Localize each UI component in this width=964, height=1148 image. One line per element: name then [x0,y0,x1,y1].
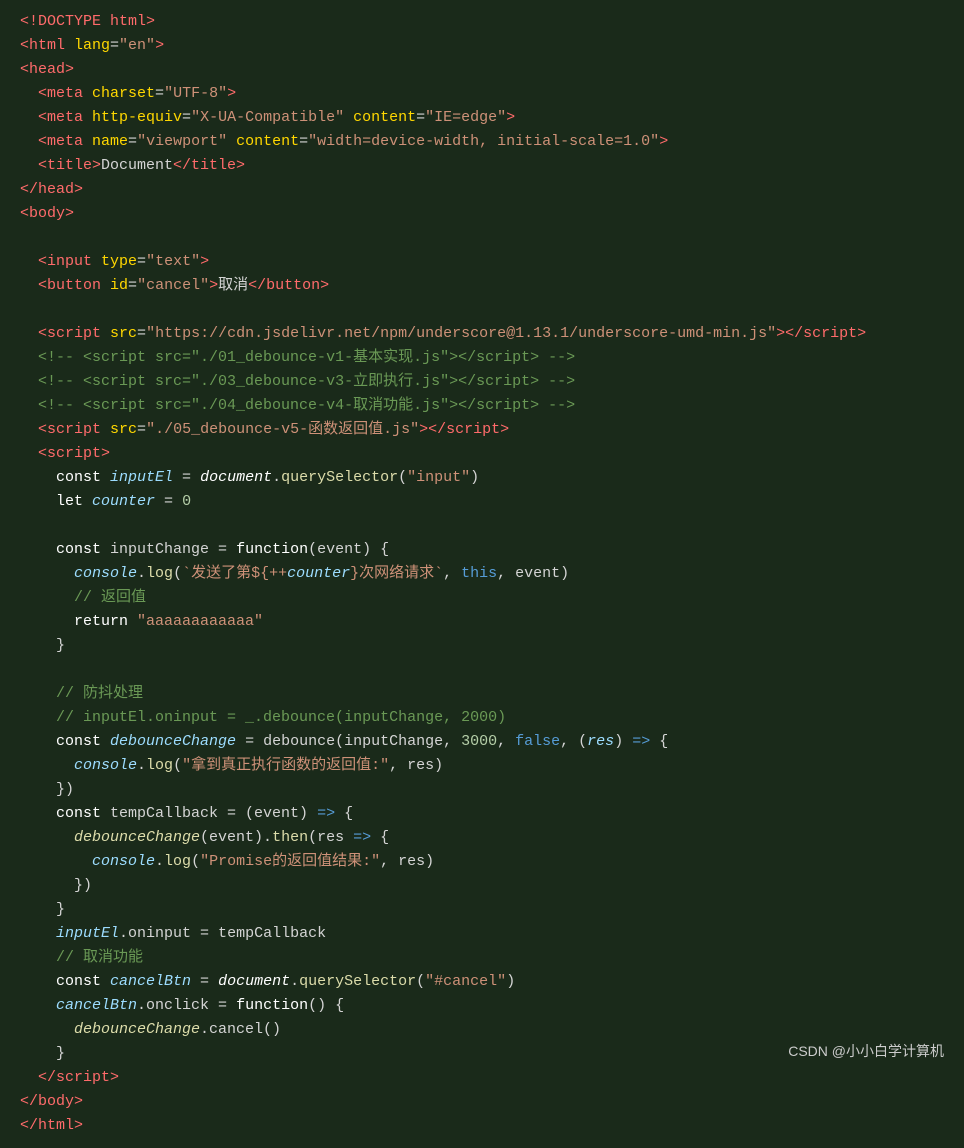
line-23: const inputChange = function(event) { [20,538,944,562]
watermark: CSDN @小小白学计算机 [788,1040,944,1062]
line-4: <meta charset="UTF-8"> [20,82,944,106]
line-10 [20,226,944,250]
line-11: <input type="text"> [20,250,944,274]
code-block: <!DOCTYPE html> <html lang="en"> <head> … [0,0,964,1148]
line-26: return "aaaaaaaaaaaa" [20,610,944,634]
line-16: <!-- <script src="./03_debounce-v3-立即执行.… [20,370,944,394]
line-34: const tempCallback = (event) => { [20,802,944,826]
line-12: <button id="cancel">取消</button> [20,274,944,298]
line-21: let counter = 0 [20,490,944,514]
line-1: <!DOCTYPE html> [20,10,944,34]
line-17: <!-- <script src="./04_debounce-v4-取消功能.… [20,394,944,418]
line-37: }) [20,874,944,898]
line-32: console.log("拿到真正执行函数的返回值:", res) [20,754,944,778]
line-9: <body> [20,202,944,226]
line-24: console.log(`发送了第${++counter}次网络请求`, thi… [20,562,944,586]
line-35: debounceChange(event).then(res => { [20,826,944,850]
line-3: <head> [20,58,944,82]
line-41: const cancelBtn = document.querySelector… [20,970,944,994]
line-20: const inputEl = document.querySelector("… [20,466,944,490]
line-13 [20,298,944,322]
line-15: <!-- <script src="./01_debounce-v1-基本实现.… [20,346,944,370]
line-19: <script> [20,442,944,466]
line-25: // 返回值 [20,586,944,610]
line-8: </head> [20,178,944,202]
line-14: <script src="https://cdn.jsdelivr.net/np… [20,322,944,346]
line-33: }) [20,778,944,802]
line-31: const debounceChange = debounce(inputCha… [20,730,944,754]
line-45: </script> [20,1066,944,1090]
line-6: <meta name="viewport" content="width=dev… [20,130,944,154]
line-7: <title>Document</title> [20,154,944,178]
line-5: <meta http-equiv="X-UA-Compatible" conte… [20,106,944,130]
line-42: cancelBtn.onclick = function() { [20,994,944,1018]
line-22 [20,514,944,538]
line-47: </html> [20,1114,944,1138]
line-40: // 取消功能 [20,946,944,970]
line-18: <script src="./05_debounce-v5-函数返回值.js">… [20,418,944,442]
line-36: console.log("Promise的返回值结果:", res) [20,850,944,874]
line-2: <html lang="en"> [20,34,944,58]
line-27: } [20,634,944,658]
line-39: inputEl.oninput = tempCallback [20,922,944,946]
line-46: </body> [20,1090,944,1114]
line-38: } [20,898,944,922]
line-28 [20,658,944,682]
line-30: // inputEl.oninput = _.debounce(inputCha… [20,706,944,730]
line-43: debounceChange.cancel() [20,1018,944,1042]
line-29: // 防抖处理 [20,682,944,706]
